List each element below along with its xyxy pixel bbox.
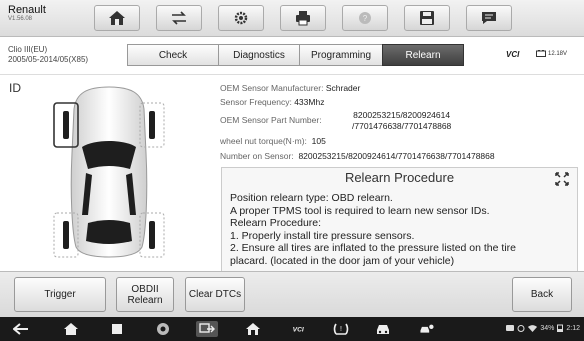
- relearn-line: Position relearn type: OBD relearn.: [230, 192, 393, 204]
- tab-diagnostics[interactable]: Diagnostics: [218, 44, 300, 66]
- tab-check[interactable]: Check: [127, 44, 219, 66]
- vehicle-years: 2005/05-2014/05(X85): [8, 55, 89, 64]
- svg-text:VCI: VCI: [293, 327, 304, 334]
- manufacturer-value: Schrader: [325, 83, 361, 93]
- vehicle-service-icon: [420, 324, 434, 333]
- sensor-number-label: Number on Sensor:: [220, 151, 294, 161]
- vehicle-swap-button[interactable]: [156, 5, 202, 31]
- browser-icon: [157, 323, 169, 335]
- part-number-line-1: 8200253215/8200924614: [353, 110, 451, 120]
- nav-screen-capture-button[interactable]: [196, 321, 218, 337]
- home-button[interactable]: [94, 5, 140, 31]
- relearn-content: ID OEM Sensor Manufacturer: Schrader Sen…: [0, 75, 584, 273]
- clear-dtcs-button[interactable]: Clear DTCs: [185, 277, 245, 312]
- relearn-label: Relearn: [127, 294, 163, 306]
- function-bar: Clio III(EU) 2005/05-2014/05(X85) Check …: [0, 37, 584, 75]
- system-status: 34% 2:12: [506, 324, 580, 332]
- vci-status: VCI: [506, 50, 520, 59]
- save-icon: [420, 11, 434, 25]
- print-icon: [296, 11, 310, 26]
- settings-gear-icon: [234, 11, 248, 25]
- settings-button[interactable]: [218, 5, 264, 31]
- nav-home-button[interactable]: [62, 321, 80, 337]
- tab-relearn[interactable]: Relearn: [382, 44, 464, 66]
- part-number-line-2: /7701476638/7701478868: [352, 121, 452, 131]
- system-navigation-bar: VCI ! 34% 2:12: [0, 317, 584, 341]
- svg-text:!: !: [340, 326, 342, 333]
- relearn-line: A proper TPMS tool is required to learn …: [230, 204, 490, 217]
- battery-percent: 34%: [540, 324, 555, 332]
- frequency-row: Sensor Frequency: 433Mhz: [220, 97, 324, 107]
- obdii-relearn-button[interactable]: OBDII Relearn: [116, 277, 174, 312]
- car-top-view-diagram: [53, 86, 165, 258]
- vehicle-info: Clio III(EU) 2005/05-2014/05(X85): [8, 45, 88, 65]
- relearn-text: Position relearn type: OBD relearn. A pr…: [230, 192, 547, 267]
- tab-programming[interactable]: Programming: [299, 44, 383, 66]
- notification-icon: [506, 324, 515, 331]
- nav-service-button[interactable]: [416, 321, 438, 337]
- message-icon: [482, 12, 496, 24]
- nav-tpms-button[interactable]: !: [332, 321, 350, 337]
- torque-value: 105: [311, 136, 326, 146]
- torque-label: wheel nut torque(N·m):: [220, 136, 307, 146]
- relearn-procedure-panel[interactable]: Relearn Procedure Position relearn type:…: [221, 167, 578, 273]
- bottom-action-bar: Trigger OBDII Relearn Clear DTCs Back: [0, 271, 584, 318]
- nav-vci-button[interactable]: VCI: [288, 321, 312, 337]
- nav-maxisys-home-button[interactable]: [244, 321, 262, 337]
- vehicle-model: Clio III(EU): [8, 45, 48, 54]
- sync-icon: [517, 324, 525, 332]
- obdii-label: OBDII: [131, 283, 159, 295]
- battery-icon: [536, 50, 546, 57]
- part-number-label: OEM Sensor Part Number:: [220, 115, 322, 125]
- home-icon: [109, 11, 125, 25]
- top-toolbar: Renault V1.56.08 ?: [0, 0, 584, 37]
- manufacturer-row: OEM Sensor Manufacturer: Schrader: [220, 83, 360, 93]
- function-tabs: Check Diagnostics Programming Relearn: [127, 44, 464, 66]
- message-button[interactable]: [466, 5, 512, 31]
- sensor-number-value: 8200253215/8200924614/7701476638/7701478…: [298, 151, 495, 161]
- id-label: ID: [9, 81, 21, 95]
- vci-icon: VCI: [293, 327, 304, 334]
- home-icon: [64, 323, 78, 335]
- relearn-line: Relearn Procedure:: [230, 217, 322, 229]
- battery-icon: [557, 324, 564, 332]
- relearn-line: placard. (located in the door jam of you…: [230, 254, 455, 267]
- home-icon: [246, 323, 260, 335]
- clock: 2:12: [566, 324, 580, 332]
- car-icon: [377, 325, 389, 334]
- part-number-value: 8200253215/8200924614 /7701476638/770147…: [352, 110, 451, 132]
- app-version: V1.56.08: [8, 16, 33, 22]
- trigger-button[interactable]: Trigger: [14, 277, 106, 312]
- save-button[interactable]: [404, 5, 450, 31]
- relearn-line: 1. Properly install tire pressure sensor…: [230, 229, 415, 242]
- vehicle-swap-icon: [172, 11, 186, 25]
- back-button[interactable]: Back: [512, 277, 572, 312]
- tpms-icon: !: [333, 323, 349, 335]
- help-button[interactable]: ?: [342, 5, 388, 31]
- wifi-icon: [528, 324, 538, 332]
- app-brand: Renault V1.56.08: [8, 4, 46, 22]
- screen-capture-icon: [199, 323, 215, 333]
- brand-name: Renault: [8, 4, 46, 16]
- help-icon: ?: [359, 12, 371, 24]
- back-arrow-icon: [13, 323, 28, 335]
- nav-vehicle-button[interactable]: [374, 321, 392, 337]
- voltage-value: 12.18V: [548, 50, 568, 57]
- nav-back-button[interactable]: [12, 321, 30, 337]
- nav-browser-button[interactable]: [154, 321, 172, 337]
- sensor-number-row: Number on Sensor: 8200253215/8200924614/…: [220, 151, 495, 161]
- frequency-value: 433Mhz: [294, 97, 325, 107]
- frequency-label: Sensor Frequency:: [220, 97, 292, 107]
- relearn-title: Relearn Procedure: [344, 170, 455, 185]
- torque-row: wheel nut torque(N·m): 105: [220, 136, 326, 146]
- relearn-line: 2. Ensure all tires are inflated to the …: [230, 242, 516, 254]
- svg-text:?: ?: [363, 14, 368, 23]
- nav-recents-button[interactable]: [108, 321, 126, 337]
- voltage-status: 12.18V: [536, 50, 567, 57]
- manufacturer-label: OEM Sensor Manufacturer:: [220, 83, 324, 93]
- recent-apps-icon: [112, 324, 122, 334]
- print-button[interactable]: [280, 5, 326, 31]
- expand-icon[interactable]: [555, 172, 569, 186]
